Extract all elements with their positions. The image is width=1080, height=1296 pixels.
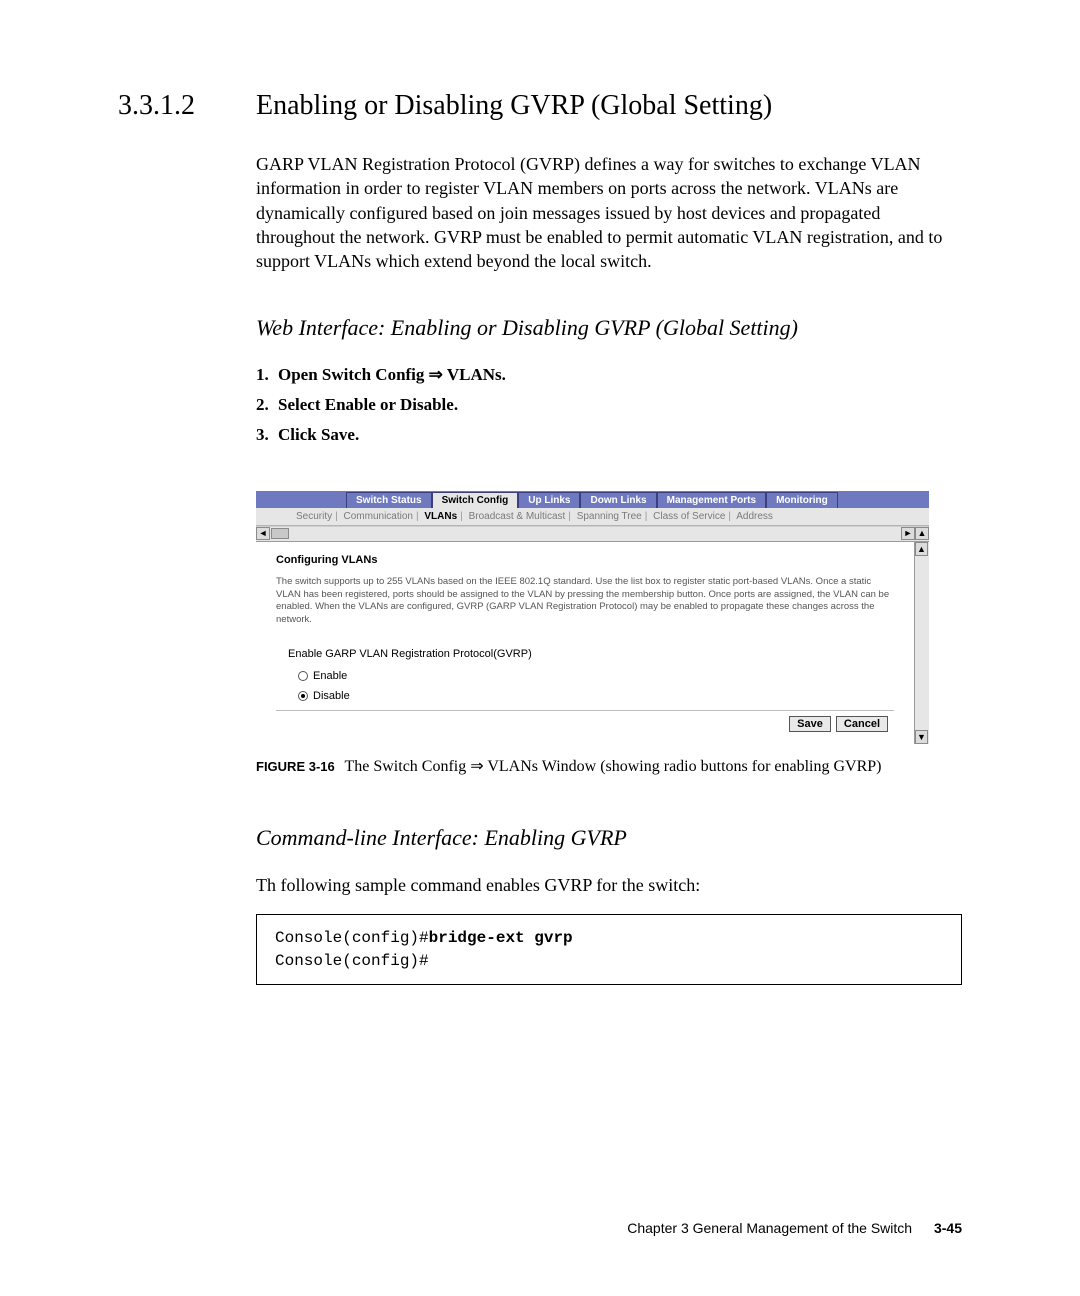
section-number: 3.3.1.2 xyxy=(118,90,256,122)
scroll-thumb[interactable] xyxy=(271,528,289,539)
figure-caption: FIGURE 3-16 The Switch Config ⇒ VLANs Wi… xyxy=(256,756,962,778)
main-tabs: Switch Status Switch Config Up Links Dow… xyxy=(256,491,929,508)
tab-up-links[interactable]: Up Links xyxy=(518,492,580,508)
radio-disable[interactable]: Disable xyxy=(298,690,894,702)
step-2: Select Enable or Disable. xyxy=(278,395,458,414)
subnav-spanning-tree[interactable]: Spanning Tree xyxy=(577,511,642,522)
gvrp-field-label: Enable GARP VLAN Registration Protocol(G… xyxy=(288,648,894,660)
radio-disable-label: Disable xyxy=(313,690,350,702)
tab-monitoring[interactable]: Monitoring xyxy=(766,492,838,508)
radio-enable-dot[interactable] xyxy=(298,671,308,681)
subnav-vlans[interactable]: VLANs xyxy=(424,511,457,522)
subnav-address[interactable]: Address xyxy=(736,511,773,522)
footer-page-number: 3-45 xyxy=(934,1220,962,1236)
cli-line1-command: bridge-ext gvrp xyxy=(429,929,573,947)
horizontal-scrollbar[interactable]: ◄ ► ▲ xyxy=(256,526,929,542)
scroll-left-icon[interactable]: ◄ xyxy=(256,527,270,540)
figure-label: FIGURE 3-16 xyxy=(256,759,335,774)
subnav-broadcast-multicast[interactable]: Broadcast & Multicast xyxy=(469,511,566,522)
scroll-right-icon[interactable]: ► xyxy=(901,527,915,540)
figure-text: The Switch Config ⇒ VLANs Window (showin… xyxy=(344,758,881,775)
step-1: Open Switch Config ⇒ VLANs. xyxy=(278,365,506,384)
web-interface-steps: 1.Open Switch Config ⇒ VLANs. 2.Select E… xyxy=(256,365,962,445)
section-title: Enabling or Disabling GVRP (Global Setti… xyxy=(256,90,772,122)
panel-description: The switch supports up to 255 VLANs base… xyxy=(276,576,894,625)
radio-enable[interactable]: Enable xyxy=(298,670,894,682)
tab-down-links[interactable]: Down Links xyxy=(580,492,656,508)
cli-line2: Console(config)# xyxy=(275,952,429,970)
tab-switch-config[interactable]: Switch Config xyxy=(432,492,519,508)
save-button[interactable]: Save xyxy=(789,716,831,732)
sub-nav: Security| Communication| VLANs| Broadcas… xyxy=(256,508,929,526)
panel-title: Configuring VLANs xyxy=(276,554,894,566)
step-3: Click Save. xyxy=(278,425,359,444)
radio-enable-label: Enable xyxy=(313,670,347,682)
subnav-class-of-service[interactable]: Class of Service xyxy=(653,511,725,522)
cli-heading: Command-line Interface: Enabling GVRP xyxy=(256,825,962,851)
cli-line1-prefix: Console(config)# xyxy=(275,929,429,947)
vlans-window-screenshot: Switch Status Switch Config Up Links Dow… xyxy=(256,491,929,743)
page-footer: Chapter 3 General Management of the Swit… xyxy=(627,1220,962,1236)
scroll-down-icon[interactable]: ▼ xyxy=(915,730,928,744)
scroll-up-icon[interactable]: ▲ xyxy=(915,542,928,556)
subnav-security[interactable]: Security xyxy=(296,511,332,522)
vertical-scrollbar[interactable]: ▲ ▼ xyxy=(914,542,929,743)
cancel-button[interactable]: Cancel xyxy=(836,716,888,732)
web-interface-heading: Web Interface: Enabling or Disabling GVR… xyxy=(256,315,962,341)
subnav-communication[interactable]: Communication xyxy=(344,511,413,522)
cli-intro: Th following sample command enables GVRP… xyxy=(256,875,962,896)
tab-management-ports[interactable]: Management Ports xyxy=(657,492,766,508)
cli-code-block: Console(config)#bridge-ext gvrp Console(… xyxy=(256,914,962,985)
footer-chapter: Chapter 3 General Management of the Swit… xyxy=(627,1220,912,1236)
section-paragraph: GARP VLAN Registration Protocol (GVRP) d… xyxy=(256,152,962,273)
radio-disable-dot[interactable] xyxy=(298,691,308,701)
scroll-up-icon[interactable]: ▲ xyxy=(915,527,929,540)
tab-switch-status[interactable]: Switch Status xyxy=(346,492,432,508)
